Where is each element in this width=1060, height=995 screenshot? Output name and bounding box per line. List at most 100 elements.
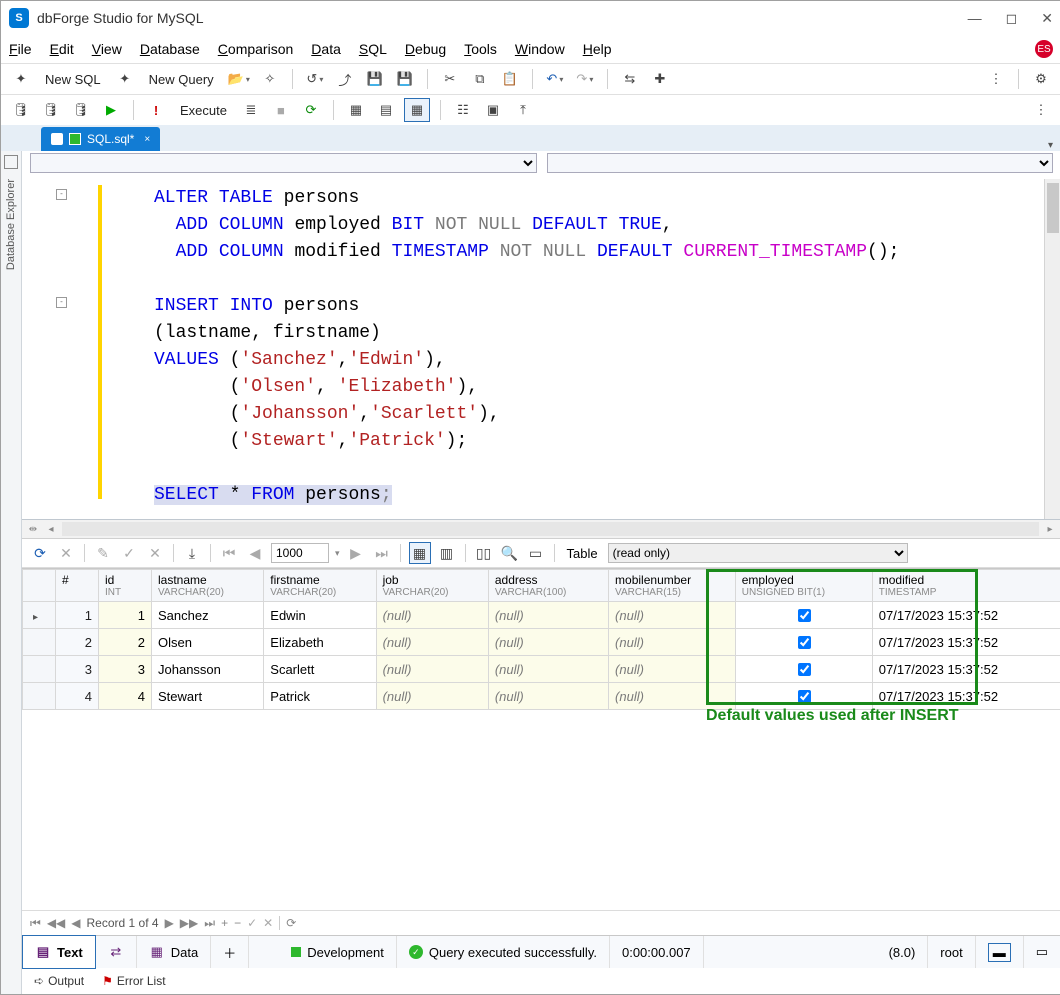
copy-button[interactable]: ⧉ [468,68,492,90]
error-list-tab[interactable]: ⚑ Error List [102,974,165,988]
status-layout-1[interactable]: ▬ [976,936,1024,968]
menu-edit[interactable]: Edit [50,41,74,57]
status-tab-add[interactable]: ＋ [211,936,249,968]
nav-refresh[interactable]: ⟳ [286,916,296,930]
cancel-edit-button[interactable]: ✕ [56,543,76,563]
plan-icon-2[interactable]: ▤ [374,99,398,121]
menu-view[interactable]: View [92,41,122,57]
misc-icon-1[interactable]: ☷ [451,99,475,121]
overflow-1-button[interactable]: ⋮ [984,68,1008,90]
tabstrip-toggle[interactable]: ▾ [1048,140,1053,151]
tab-close-button[interactable]: × [144,134,150,145]
undo-button[interactable]: ↶ [543,68,567,90]
menu-database[interactable]: Database [140,41,200,57]
results-grid[interactable]: #idINTlastnameVARCHAR(20)firstnameVARCHA… [22,568,1060,710]
refresh-button[interactable]: ⟳ [30,543,50,563]
nav-next-page[interactable]: ▶▶ [180,916,198,930]
redo-button[interactable]: ↷ [573,68,597,90]
code-area[interactable]: ALTER TABLE persons ADD COLUMN employed … [66,179,1044,519]
commit-button[interactable]: ⟳ [299,99,323,121]
execute-button[interactable]: Execute [174,99,233,121]
grid-mode-icon[interactable]: ▦ [404,98,430,122]
new-query-icon[interactable]: ✦ [113,68,137,90]
new-sql-icon[interactable]: ✦ [9,68,33,90]
db-icon-3[interactable]: 🛢 [69,99,93,121]
stop-button[interactable]: ■ [269,99,293,121]
pin-result-button[interactable]: ▭ [526,543,546,563]
menu-file[interactable]: File [9,41,32,57]
db-icon-2[interactable]: 🛢 [39,99,63,121]
exec-step-icon[interactable]: ≣ [239,99,263,121]
menu-comparison[interactable]: Comparison [218,41,294,57]
tool-misc-button[interactable]: ✚ [648,68,672,90]
sql-editor[interactable]: - - ALTER TABLE persons ADD COLUMN emplo… [22,179,1060,520]
split-icon[interactable]: ⇹ [26,522,40,536]
status-tab-sync[interactable]: ⇄ [96,936,137,968]
settings-icon[interactable]: ⚙ [1029,68,1053,90]
object-combo[interactable] [547,153,1054,173]
db-icon-1[interactable]: 🛢 [9,99,33,121]
save-all-button[interactable]: 💾 [393,68,417,90]
mode-select[interactable]: (read only) [608,543,908,563]
prev-page-button[interactable]: ◀ [245,543,265,563]
exclaim-icon[interactable]: ! [144,99,168,121]
table-row[interactable]: 11SanchezEdwin(null)(null)(null)07/17/20… [23,602,1060,629]
first-page-button[interactable]: ⏮ [219,543,239,563]
new-sql-button[interactable]: New SQL [39,68,107,90]
minimize-button[interactable]: — [968,10,982,26]
export-icon[interactable]: ⤒ [511,99,535,121]
cut-button[interactable]: ✂ [438,68,462,90]
menu-window[interactable]: Window [515,41,565,57]
last-page-button[interactable]: ⏭ [372,543,392,563]
maximize-button[interactable]: ◻ [1006,10,1018,27]
plan-icon-1[interactable]: ▦ [344,99,368,121]
menu-sql[interactable]: SQL [359,41,387,57]
connect-button[interactable]: ↺ [303,68,327,90]
grid-view-button[interactable]: ▦ [409,542,431,564]
table-row[interactable]: 44StewartPatrick(null)(null)(null)07/17/… [23,683,1060,710]
page-size-input[interactable] [271,543,329,563]
paste-button[interactable]: 📋 [498,68,522,90]
star-button[interactable]: ✧ [258,68,282,90]
menu-help[interactable]: Help [583,41,612,57]
status-layout-2[interactable]: ▭ [1024,936,1060,968]
output-tab[interactable]: ➪ Output [34,974,84,988]
filter-button[interactable]: 🔍 [500,543,520,563]
columns-button[interactable]: ▯▯ [474,543,494,563]
menu-debug[interactable]: Debug [405,41,446,57]
fold-icon[interactable]: - [56,297,67,308]
menu-data[interactable]: Data [311,41,341,57]
nav-next[interactable]: ▶ [165,916,174,930]
disconnect-button[interactable]: ⤴ [333,68,357,90]
apply-icon[interactable]: ✓ [119,543,139,563]
tab-sql-sql[interactable]: SQL.sql* × [41,127,160,151]
nav-last[interactable]: ⏭ [204,916,215,931]
image-icon[interactable]: ▣ [481,99,505,121]
nav-prev[interactable]: ◀ [71,916,80,930]
open-button[interactable]: 📂 [226,68,252,90]
save-button[interactable]: 💾 [363,68,387,90]
schema-combo[interactable] [30,153,537,173]
nav-remove[interactable]: − [234,916,241,930]
edit-icon[interactable]: ✎ [93,543,113,563]
nav-apply[interactable]: ✓ [247,916,257,930]
pin-icon[interactable] [4,155,18,169]
fold-icon[interactable]: - [56,189,67,200]
editor-vscroll[interactable] [1044,179,1060,519]
card-view-button[interactable]: ▥ [437,543,457,563]
overflow-2-button[interactable]: ⋮ [1029,99,1053,121]
menu-tools[interactable]: Tools [464,41,497,57]
sidebar-database-explorer[interactable]: Database Explorer [1,151,22,994]
revert-icon[interactable]: ✕ [145,543,165,563]
table-row[interactable]: 22OlsenElizabeth(null)(null)(null)07/17/… [23,629,1060,656]
new-query-button[interactable]: New Query [143,68,220,90]
run-button[interactable]: ▶ [99,99,123,121]
editor-hscroll[interactable]: ⇹ ◂▸ [22,520,1060,539]
nav-prev-page[interactable]: ◀◀ [47,916,65,930]
find-button[interactable]: ⇆ [618,68,642,90]
next-page-button[interactable]: ▶ [346,543,366,563]
nav-first[interactable]: ⏮ [30,916,41,931]
close-button[interactable]: ✕ [1041,10,1053,27]
nav-add[interactable]: + [221,916,228,930]
status-tab-text[interactable]: ▤ Text [22,935,96,969]
